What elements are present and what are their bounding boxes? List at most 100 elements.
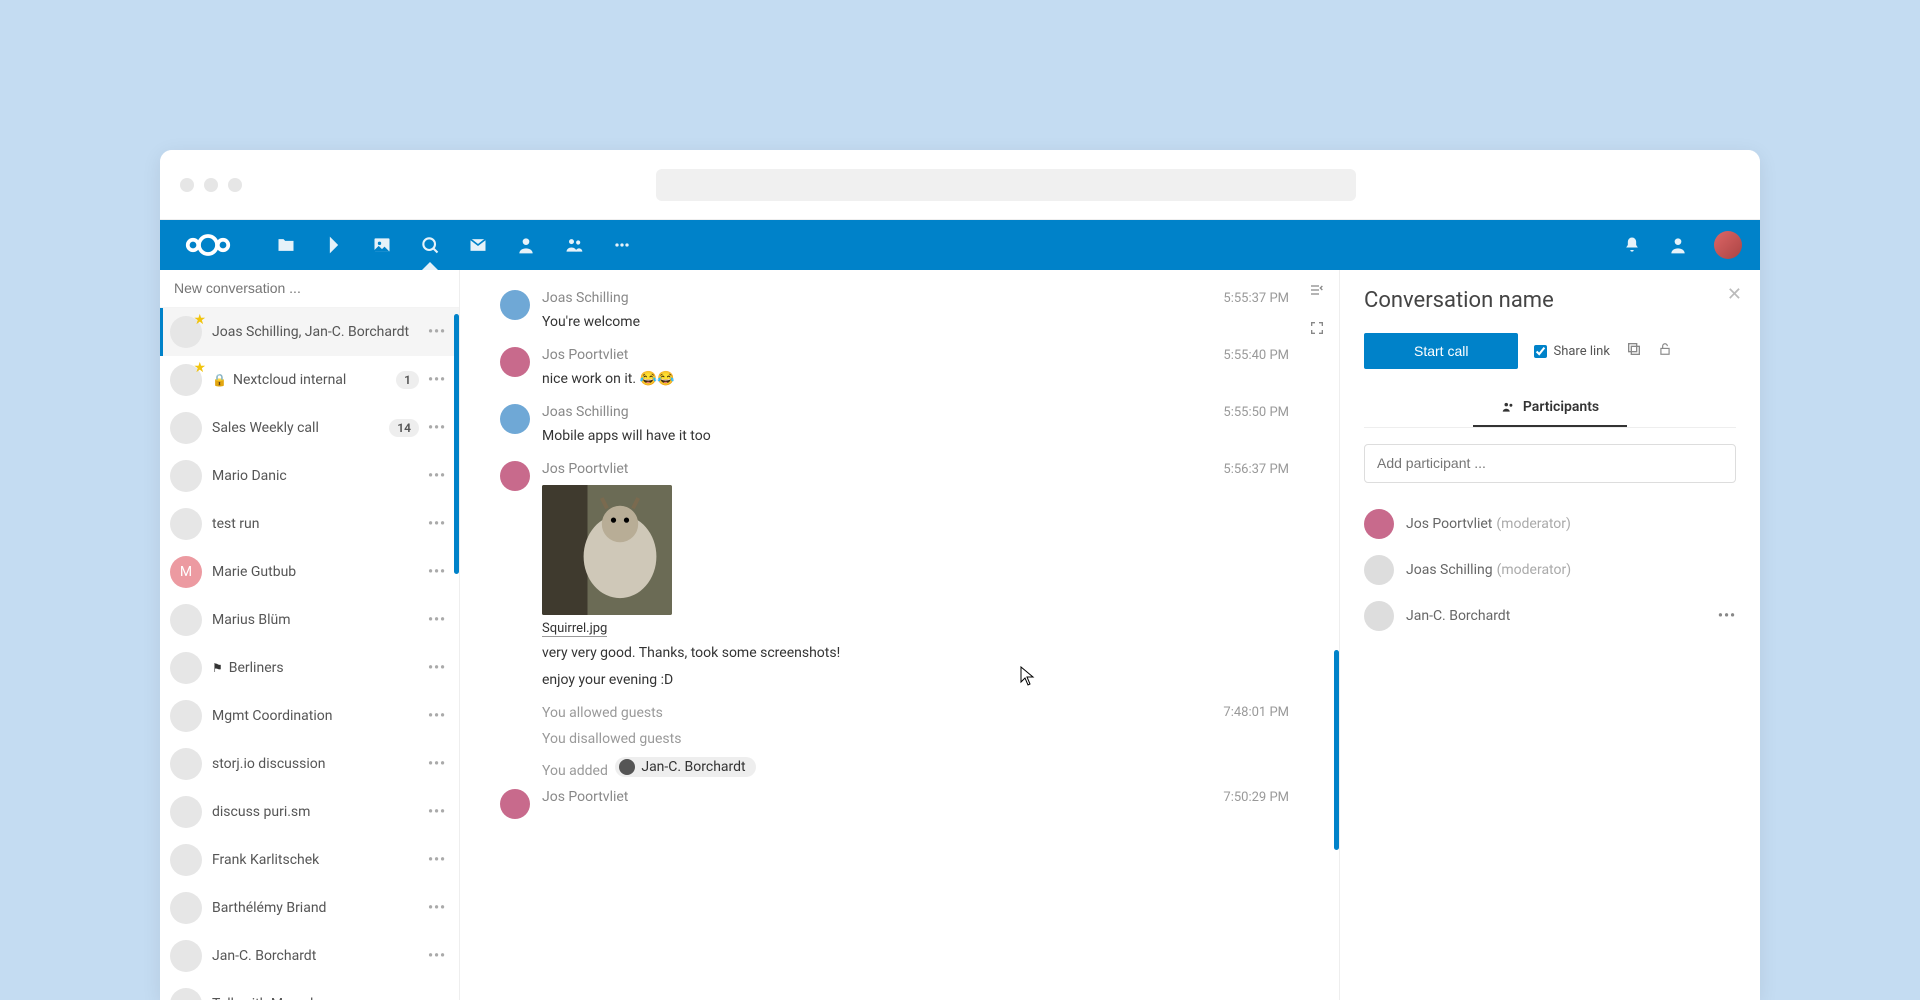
conversation-more-icon[interactable]: ••• bbox=[425, 852, 449, 868]
conversation-more-icon[interactable]: ••• bbox=[425, 804, 449, 820]
conversation-more-icon[interactable]: ••• bbox=[425, 564, 449, 580]
conversation-item[interactable]: Marius Blüm••• bbox=[160, 596, 459, 644]
add-participant-input[interactable] bbox=[1377, 455, 1723, 471]
conversation-more-icon[interactable]: ••• bbox=[425, 516, 449, 532]
files-icon[interactable] bbox=[276, 235, 296, 255]
add-participant-field[interactable] bbox=[1364, 444, 1736, 483]
conversation-item[interactable]: Mgmt Coordination••• bbox=[160, 692, 459, 740]
message-time: 5:55:40 PM bbox=[1223, 348, 1299, 363]
participant-row[interactable]: Joas Schilling (moderator) bbox=[1364, 547, 1736, 593]
copy-link-icon[interactable] bbox=[1626, 341, 1642, 361]
tab-participants[interactable]: Participants bbox=[1473, 389, 1627, 427]
conversation-more-icon[interactable]: ••• bbox=[425, 468, 449, 484]
nextcloud-logo[interactable] bbox=[178, 230, 238, 260]
chat-message: Joas Schilling5:55:37 PMYou're welcome bbox=[500, 290, 1299, 333]
gallery-icon[interactable] bbox=[372, 235, 392, 255]
attachment[interactable]: Squirrel.jpg bbox=[542, 485, 672, 637]
conversation-more-icon[interactable]: ••• bbox=[425, 420, 449, 436]
participant-row[interactable]: Jos Poortvliet (moderator) bbox=[1364, 501, 1736, 547]
conversation-avatar bbox=[170, 460, 202, 492]
new-conversation-field[interactable] bbox=[160, 270, 459, 308]
mail-icon[interactable] bbox=[468, 235, 488, 255]
share-link-checkbox[interactable] bbox=[1534, 345, 1547, 358]
conversation-more-icon[interactable]: ••• bbox=[425, 708, 449, 724]
user-chip[interactable]: Jan-C. Borchardt bbox=[615, 757, 755, 777]
attachment-thumbnail[interactable] bbox=[542, 485, 672, 615]
conversation-item[interactable]: storj.io discussion••• bbox=[160, 740, 459, 788]
details-tabs: Participants bbox=[1364, 389, 1736, 428]
chat-scrollbar[interactable] bbox=[1334, 650, 1339, 850]
conversation-more-icon[interactable]: ••• bbox=[425, 612, 449, 628]
participant-more-icon[interactable]: ••• bbox=[1718, 608, 1736, 624]
url-bar[interactable] bbox=[656, 169, 1356, 201]
more-apps-icon[interactable] bbox=[612, 235, 632, 255]
conversation-item[interactable]: Talk with Marcel••• bbox=[160, 980, 459, 1000]
conversation-more-icon[interactable]: ••• bbox=[425, 948, 449, 964]
conversation-label: discuss puri.sm bbox=[212, 804, 425, 820]
traffic-minimize[interactable] bbox=[204, 178, 218, 192]
contacts-icon[interactable] bbox=[516, 235, 536, 255]
conversation-more-icon[interactable]: ••• bbox=[425, 900, 449, 916]
conversation-avatar bbox=[170, 844, 202, 876]
conversation-item[interactable]: test run••• bbox=[160, 500, 459, 548]
close-icon[interactable]: ✕ bbox=[1727, 284, 1742, 305]
conversation-more-icon[interactable]: ••• bbox=[425, 660, 449, 676]
participant-avatar bbox=[1364, 509, 1394, 539]
conversation-label: Sales Weekly call bbox=[212, 420, 389, 436]
traffic-maximize[interactable] bbox=[228, 178, 242, 192]
participant-role: (moderator) bbox=[1496, 516, 1571, 532]
groups-icon[interactable] bbox=[564, 235, 584, 255]
browser-window: ★Joas Schilling, Jan-C. Borchardt•••★🔒Ne… bbox=[160, 150, 1760, 1000]
message-time: 7:48:01 PM bbox=[1223, 705, 1299, 721]
new-conversation-input[interactable] bbox=[174, 280, 445, 296]
activity-icon[interactable] bbox=[324, 235, 344, 255]
lock-icon[interactable] bbox=[1658, 341, 1672, 361]
share-link-toggle[interactable]: Share link bbox=[1534, 344, 1609, 359]
conversation-label: 🔒Nextcloud internal bbox=[212, 372, 396, 388]
message-sender: Jos Poortvliet bbox=[542, 461, 628, 477]
message-sender: Joas Schilling bbox=[542, 290, 629, 306]
conversation-item[interactable]: ★🔒Nextcloud internal1••• bbox=[160, 356, 459, 404]
system-message: You allowed guests7:48:01 PM bbox=[542, 705, 1299, 721]
conversation-avatar bbox=[170, 748, 202, 780]
conversation-item[interactable]: MMarie Gutbub••• bbox=[160, 548, 459, 596]
traffic-close[interactable] bbox=[180, 178, 194, 192]
conversation-item[interactable]: Mario Danic••• bbox=[160, 452, 459, 500]
conversation-more-icon[interactable]: ••• bbox=[425, 756, 449, 772]
chat-panel: Joas Schilling5:55:37 PMYou're welcomeJo… bbox=[460, 270, 1340, 1000]
star-icon: ★ bbox=[193, 312, 206, 328]
participants-list: Jos Poortvliet (moderator)Joas Schilling… bbox=[1364, 501, 1736, 639]
conversation-item[interactable]: discuss puri.sm••• bbox=[160, 788, 459, 836]
conversation-item[interactable]: Jan-C. Borchardt••• bbox=[160, 932, 459, 980]
toggle-sidebar-icon[interactable] bbox=[1309, 282, 1325, 302]
conversation-item[interactable]: Sales Weekly call14••• bbox=[160, 404, 459, 452]
contacts-menu-icon[interactable] bbox=[1668, 235, 1688, 255]
conversation-item[interactable]: Frank Karlitschek••• bbox=[160, 836, 459, 884]
conversation-item[interactable]: ★ Joas Schilling, Jan-C. Borchardt••• bbox=[160, 308, 459, 356]
conversation-label: Talk with Marcel bbox=[212, 996, 425, 1000]
start-call-button[interactable]: Start call bbox=[1364, 333, 1518, 369]
conversation-item[interactable]: Barthélémy Briand••• bbox=[160, 884, 459, 932]
conversation-more-icon[interactable]: ••• bbox=[425, 324, 449, 340]
sidebar-scrollbar[interactable] bbox=[454, 314, 459, 574]
chat-body[interactable]: Joas Schilling5:55:37 PMYou're welcomeJo… bbox=[460, 270, 1339, 1000]
message-avatar bbox=[500, 404, 530, 434]
message-time: 5:56:37 PM bbox=[1223, 462, 1299, 477]
conversation-label: Joas Schilling, Jan-C. Borchardt bbox=[212, 324, 425, 340]
user-avatar[interactable] bbox=[1714, 231, 1742, 259]
message-avatar bbox=[500, 347, 530, 377]
attachment-filename[interactable]: Squirrel.jpg bbox=[542, 621, 607, 637]
conversation-item[interactable]: ⚑Berliners••• bbox=[160, 644, 459, 692]
conversation-avatar bbox=[170, 940, 202, 972]
traffic-lights bbox=[180, 178, 242, 192]
message-text: Mobile apps will have it too bbox=[542, 426, 1299, 447]
conversation-avatar bbox=[170, 604, 202, 636]
conversation-more-icon[interactable]: ••• bbox=[425, 996, 449, 1000]
talk-icon[interactable] bbox=[420, 235, 440, 255]
workspace: ★Joas Schilling, Jan-C. Borchardt•••★🔒Ne… bbox=[160, 270, 1760, 1000]
participant-row[interactable]: Jan-C. Borchardt••• bbox=[1364, 593, 1736, 639]
conversation-label: Marius Blüm bbox=[212, 612, 425, 628]
fullscreen-icon[interactable] bbox=[1309, 320, 1325, 340]
notifications-icon[interactable] bbox=[1622, 235, 1642, 255]
conversation-more-icon[interactable]: ••• bbox=[425, 372, 449, 388]
